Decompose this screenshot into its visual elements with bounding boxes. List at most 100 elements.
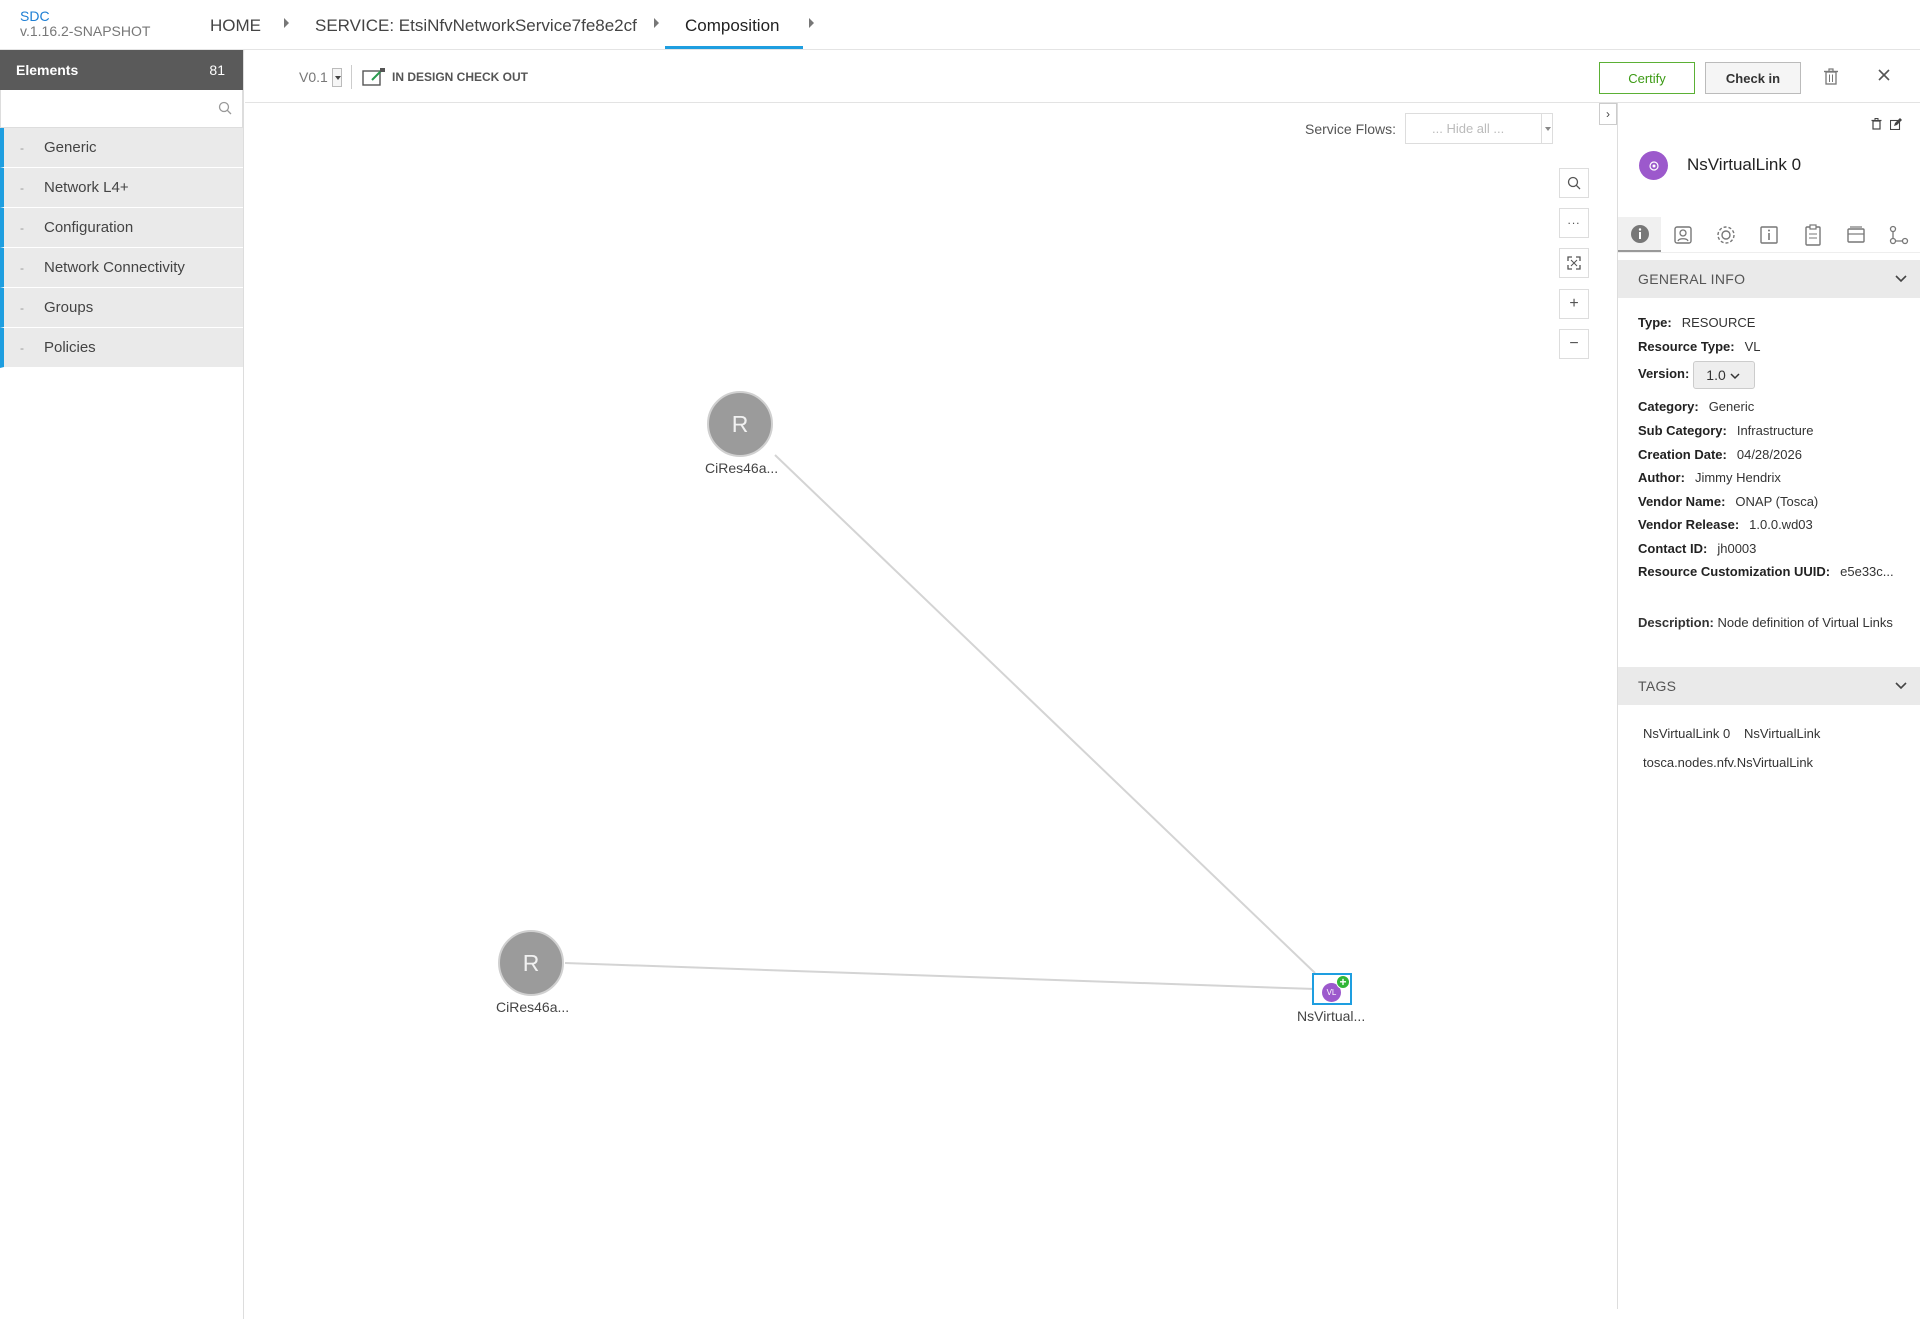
author-label: Author: xyxy=(1638,470,1685,485)
category-generic[interactable]: - Generic xyxy=(0,128,243,168)
tags-section-header[interactable]: TAGS xyxy=(1618,667,1920,705)
gear-icon xyxy=(1717,225,1735,244)
resource-node[interactable]: R xyxy=(498,930,564,996)
chevron-down-icon xyxy=(1730,373,1740,380)
breadcrumb-composition[interactable]: Composition xyxy=(685,16,780,36)
breadcrumb-arrow-icon[interactable] xyxy=(654,18,659,28)
elements-title: Elements xyxy=(16,62,79,78)
vendor-release-label: Vendor Release: xyxy=(1638,517,1740,532)
composition-toolbar: V0.1 IN DESIGN CHECK OUT Certify Check i… xyxy=(245,50,1920,103)
tab-requirements-capabilities[interactable] xyxy=(1834,217,1877,252)
version-row: Version: 1.0 xyxy=(1638,361,1756,389)
category-policies[interactable]: - Policies xyxy=(0,328,243,368)
info-circle-icon xyxy=(1630,224,1649,243)
edge-link[interactable] xyxy=(774,454,1316,974)
virtual-link-node[interactable]: VL + xyxy=(1312,973,1352,1005)
vendor-name-label: Vendor Name: xyxy=(1638,494,1726,509)
type-value: RESOURCE xyxy=(1681,315,1756,330)
component-avatar-icon xyxy=(1639,151,1668,180)
node-label[interactable]: CiRes46a... xyxy=(496,999,569,1015)
category-groups[interactable]: - Groups xyxy=(0,288,243,328)
category-row: Category: Generic xyxy=(1638,399,1754,414)
section-title: TAGS xyxy=(1638,678,1677,694)
collapse-panel-button[interactable]: › xyxy=(1599,103,1617,125)
tab-properties[interactable] xyxy=(1705,217,1748,252)
resource-type-label: Resource Type: xyxy=(1638,339,1735,354)
tag-item: tosca.nodes.nfv.NsVirtualLink xyxy=(1643,755,1814,770)
uuid-label: Resource Customization UUID: xyxy=(1638,564,1831,579)
version-selector[interactable]: V0.1 xyxy=(299,69,328,85)
search-icon xyxy=(1567,176,1581,190)
resource-node[interactable]: R xyxy=(707,391,773,457)
edit-icon[interactable] xyxy=(1889,117,1902,135)
sub-category-value: Infrastructure xyxy=(1736,423,1814,438)
version-dropdown-caret-icon[interactable] xyxy=(332,68,342,87)
chevron-down-icon xyxy=(1541,114,1552,143)
ellipsis-icon: ... xyxy=(1567,213,1581,227)
tab-general-info[interactable] xyxy=(1618,217,1662,252)
category-network-l4[interactable]: - Network L4+ xyxy=(0,168,243,208)
canvas-fit-button[interactable] xyxy=(1559,248,1589,278)
clipboard-icon xyxy=(1805,223,1821,246)
author-value: Jimmy Hendrix xyxy=(1694,470,1781,485)
tab-api-artifacts[interactable] xyxy=(1791,217,1834,252)
category-configuration[interactable]: - Configuration xyxy=(0,208,243,248)
collapse-dash-icon: - xyxy=(20,140,24,155)
close-icon[interactable] xyxy=(1877,68,1891,87)
delete-trash-icon[interactable] xyxy=(1823,68,1839,90)
type-label: Type: xyxy=(1638,315,1672,330)
zoom-out-button[interactable]: − xyxy=(1559,329,1589,359)
collapse-dash-icon: - xyxy=(20,220,24,235)
add-plus-icon[interactable]: + xyxy=(1336,975,1350,989)
breadcrumb-arrow-icon[interactable] xyxy=(809,18,814,28)
chevron-down-icon xyxy=(1895,275,1907,283)
elements-count: 81 xyxy=(209,62,225,78)
elements-search xyxy=(0,90,243,128)
breadcrumb-service[interactable]: SERVICE: EtsiNfvNetworkService7fe8e2cf xyxy=(315,16,637,36)
tag-item: NsVirtualLink xyxy=(1744,726,1821,741)
brand[interactable]: SDC v.1.16.2-SNAPSHOT xyxy=(20,9,150,39)
certify-button[interactable]: Certify xyxy=(1599,62,1695,94)
composition-canvas[interactable]: Service Flows: ... Hide all ... ... + − … xyxy=(245,103,1615,1309)
delete-trash-icon[interactable] xyxy=(1871,117,1882,135)
info-square-icon xyxy=(1760,225,1779,244)
uuid-row: Resource Customization UUID: e5e33c... xyxy=(1638,564,1894,579)
chevron-down-icon xyxy=(1895,682,1907,690)
node-label[interactable]: CiRes46a... xyxy=(705,460,778,476)
tab-relations[interactable] xyxy=(1878,217,1920,252)
resource-type-row: Resource Type: VL xyxy=(1638,339,1760,354)
elements-header: Elements 81 xyxy=(0,50,243,90)
service-flows-value: ... Hide all ... xyxy=(1432,121,1505,136)
canvas-more-button[interactable]: ... xyxy=(1559,208,1589,238)
tag-item: NsVirtualLink 0 xyxy=(1643,726,1731,741)
tab-information-artifacts[interactable] xyxy=(1748,217,1791,252)
category-label: Configuration xyxy=(44,219,134,236)
canvas-search-button[interactable] xyxy=(1559,168,1589,198)
active-tab-indicator xyxy=(665,46,803,49)
search-icon[interactable] xyxy=(218,101,232,120)
category-label: Generic xyxy=(44,139,97,156)
author-row: Author: Jimmy Hendrix xyxy=(1638,470,1781,485)
app-version: v.1.16.2-SNAPSHOT xyxy=(20,23,151,39)
category-network-connectivity[interactable]: - Network Connectivity xyxy=(0,248,243,288)
fit-to-screen-icon xyxy=(1567,256,1581,270)
vendor-release-row: Vendor Release: 1.0.0.wd03 xyxy=(1638,517,1813,532)
service-flows-select[interactable]: ... Hide all ... xyxy=(1405,113,1553,144)
node-label[interactable]: NsVirtual... xyxy=(1297,1008,1365,1024)
breadcrumb-home[interactable]: HOME xyxy=(210,16,261,36)
tab-deployment-artifacts[interactable] xyxy=(1661,217,1704,252)
resource-type-value: VL xyxy=(1744,339,1761,354)
component-title: NsVirtualLink 0 xyxy=(1687,155,1802,174)
elements-search-input[interactable] xyxy=(1,90,201,126)
check-in-button[interactable]: Check in xyxy=(1705,62,1801,94)
breadcrumb-arrow-icon[interactable] xyxy=(284,18,289,28)
node-letter: R xyxy=(731,410,749,437)
version-dropdown[interactable]: 1.0 xyxy=(1693,361,1756,389)
collapse-dash-icon: - xyxy=(20,260,24,275)
zoom-in-button[interactable]: + xyxy=(1559,289,1589,319)
edge-link[interactable] xyxy=(564,962,1316,990)
sub-category-row: Sub Category: Infrastructure xyxy=(1638,423,1813,438)
contact-id-row: Contact ID: jh0003 xyxy=(1638,541,1756,556)
creation-date-row: Creation Date: 04/28/2026 xyxy=(1638,447,1802,462)
general-info-section-header[interactable]: GENERAL INFO xyxy=(1618,260,1920,298)
